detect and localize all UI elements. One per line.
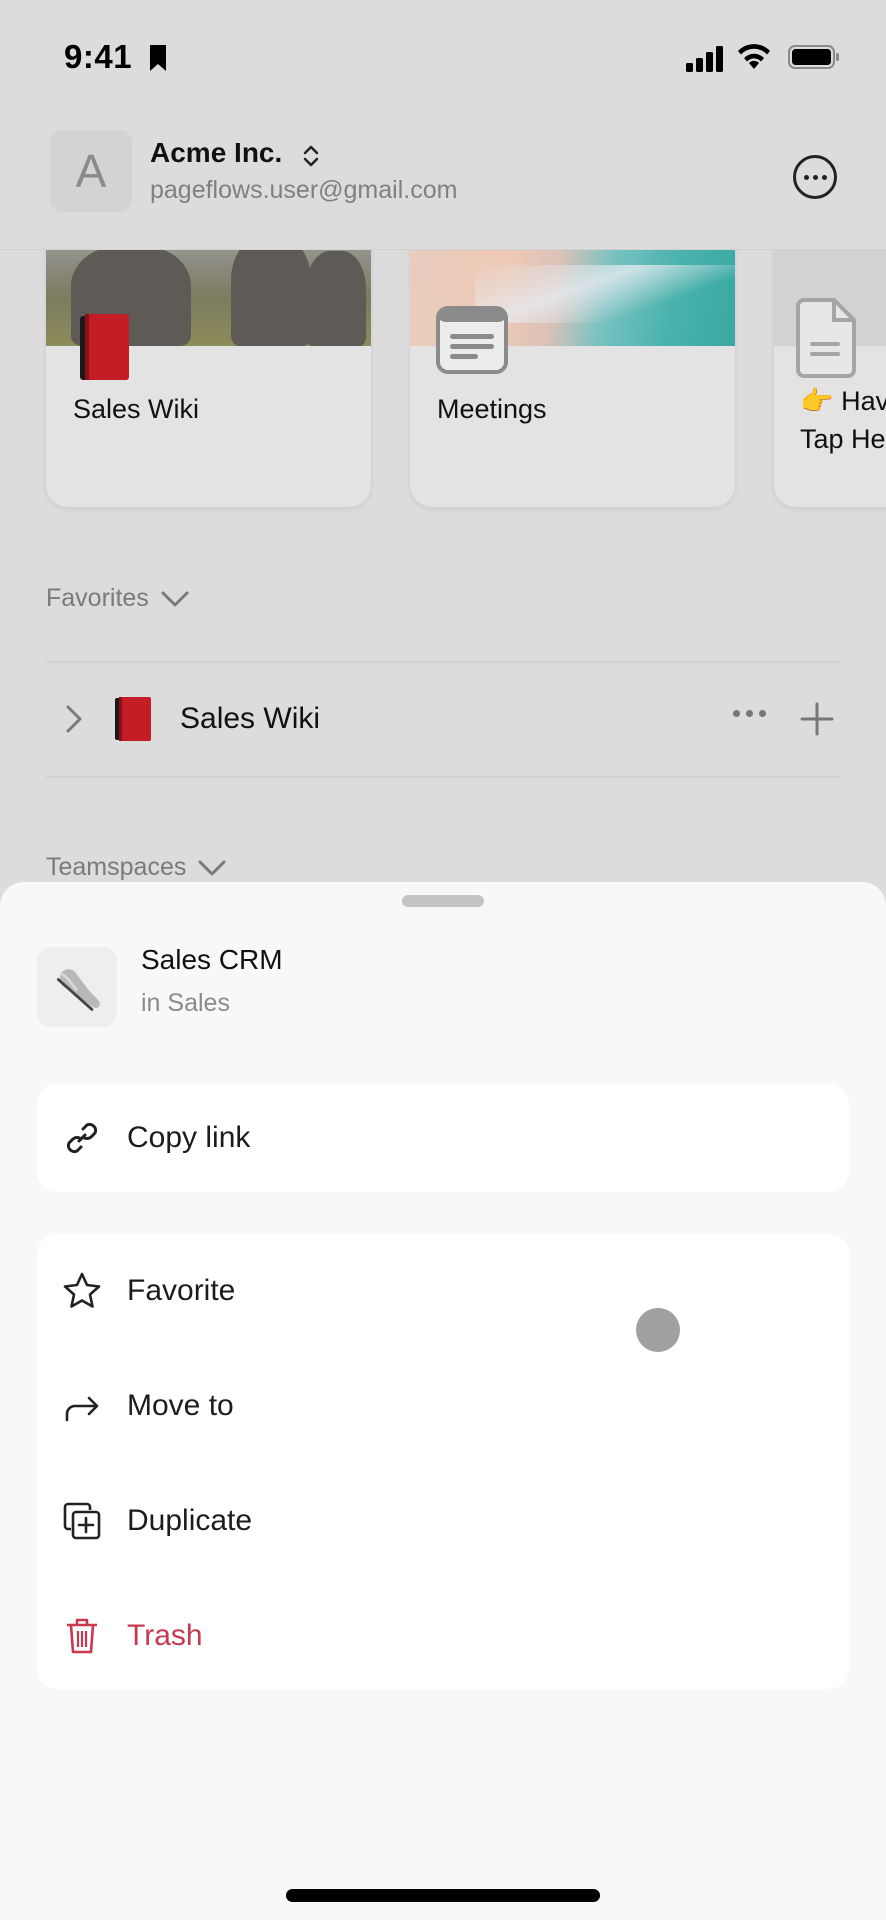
- status-time: 9:41: [64, 38, 133, 75]
- page-card[interactable]: Sales Wiki: [46, 250, 371, 507]
- chevron-down-icon: [198, 860, 226, 875]
- trash-icon: [61, 1615, 103, 1657]
- card-title: 👉 Hav Tap He: [800, 386, 886, 454]
- star-icon: [61, 1270, 103, 1312]
- status-bar: 9:41: [0, 0, 886, 115]
- menu-group-share: Copy link: [37, 1084, 849, 1192]
- home-indicator[interactable]: [286, 1889, 600, 1902]
- page-card[interactable]: Meetings: [410, 250, 735, 507]
- move-to-menu-item[interactable]: Move to: [37, 1349, 849, 1463]
- recent-pages-carousel[interactable]: Sales Wiki Meetings 👉 Hav Tap He: [0, 250, 886, 520]
- card-title: Sales Wiki: [73, 394, 200, 424]
- menu-group-actions: Favorite Move to Duplicate Trash: [37, 1234, 849, 1689]
- chevron-up-down-icon[interactable]: [302, 143, 320, 169]
- more-circle-icon[interactable]: [793, 155, 837, 199]
- card-title: Meetings: [437, 394, 547, 424]
- plus-icon[interactable]: [800, 702, 834, 736]
- sheet-page-title: Sales CRM: [141, 944, 283, 975]
- wifi-icon: [738, 44, 770, 69]
- database-icon: [436, 306, 508, 374]
- more-horizontal-icon[interactable]: [733, 710, 766, 717]
- red-book-icon: [115, 697, 151, 741]
- sheet-grabber[interactable]: [402, 895, 484, 907]
- duplicate-icon: [61, 1500, 103, 1542]
- sneaker-icon: [56, 969, 100, 1011]
- page-icon-thumbnail: [37, 947, 117, 1027]
- touch-indicator: [636, 1308, 680, 1352]
- document-icon: [796, 298, 856, 378]
- teamspaces-section-toggle[interactable]: Teamspaces: [46, 853, 226, 882]
- menu-item-label: Copy link: [127, 1121, 251, 1154]
- favorites-label: Favorites: [46, 584, 149, 612]
- move-arrow-icon: [61, 1385, 103, 1427]
- favorite-item-title: Sales Wiki: [180, 702, 321, 735]
- workspace-name[interactable]: Acme Inc.: [150, 137, 282, 169]
- workspace-email: pageflows.user@gmail.com: [150, 176, 458, 204]
- favorite-item[interactable]: Sales Wiki: [46, 662, 840, 776]
- duplicate-menu-item[interactable]: Duplicate: [37, 1464, 849, 1578]
- link-icon: [61, 1117, 103, 1159]
- divider: [46, 776, 840, 778]
- chevron-right-icon[interactable]: [64, 704, 84, 734]
- chevron-down-icon: [161, 591, 189, 606]
- page-actions-sheet: Sales CRM in Sales Copy link Favorite Mo…: [0, 882, 886, 1920]
- bookmark-icon: [150, 45, 166, 71]
- menu-item-label: Trash: [127, 1619, 203, 1652]
- favorite-menu-item[interactable]: Favorite: [37, 1234, 849, 1348]
- teamspaces-label: Teamspaces: [46, 853, 187, 881]
- favorites-section-toggle[interactable]: Favorites: [46, 584, 189, 613]
- menu-item-label: Favorite: [127, 1274, 236, 1307]
- trash-menu-item[interactable]: Trash: [37, 1579, 849, 1693]
- workspace-avatar[interactable]: A: [50, 130, 132, 212]
- sheet-page-location: in Sales: [141, 989, 230, 1017]
- workspace-header: A Acme Inc. pageflows.user@gmail.com: [0, 115, 886, 250]
- menu-item-label: Move to: [127, 1389, 234, 1422]
- red-book-icon: [80, 314, 129, 380]
- menu-item-label: Duplicate: [127, 1504, 253, 1537]
- battery-icon: [788, 45, 839, 69]
- page-card[interactable]: 👉 Hav Tap He: [774, 250, 886, 507]
- copy-link-menu-item[interactable]: Copy link: [37, 1081, 849, 1195]
- cellular-signal-icon: [686, 46, 723, 72]
